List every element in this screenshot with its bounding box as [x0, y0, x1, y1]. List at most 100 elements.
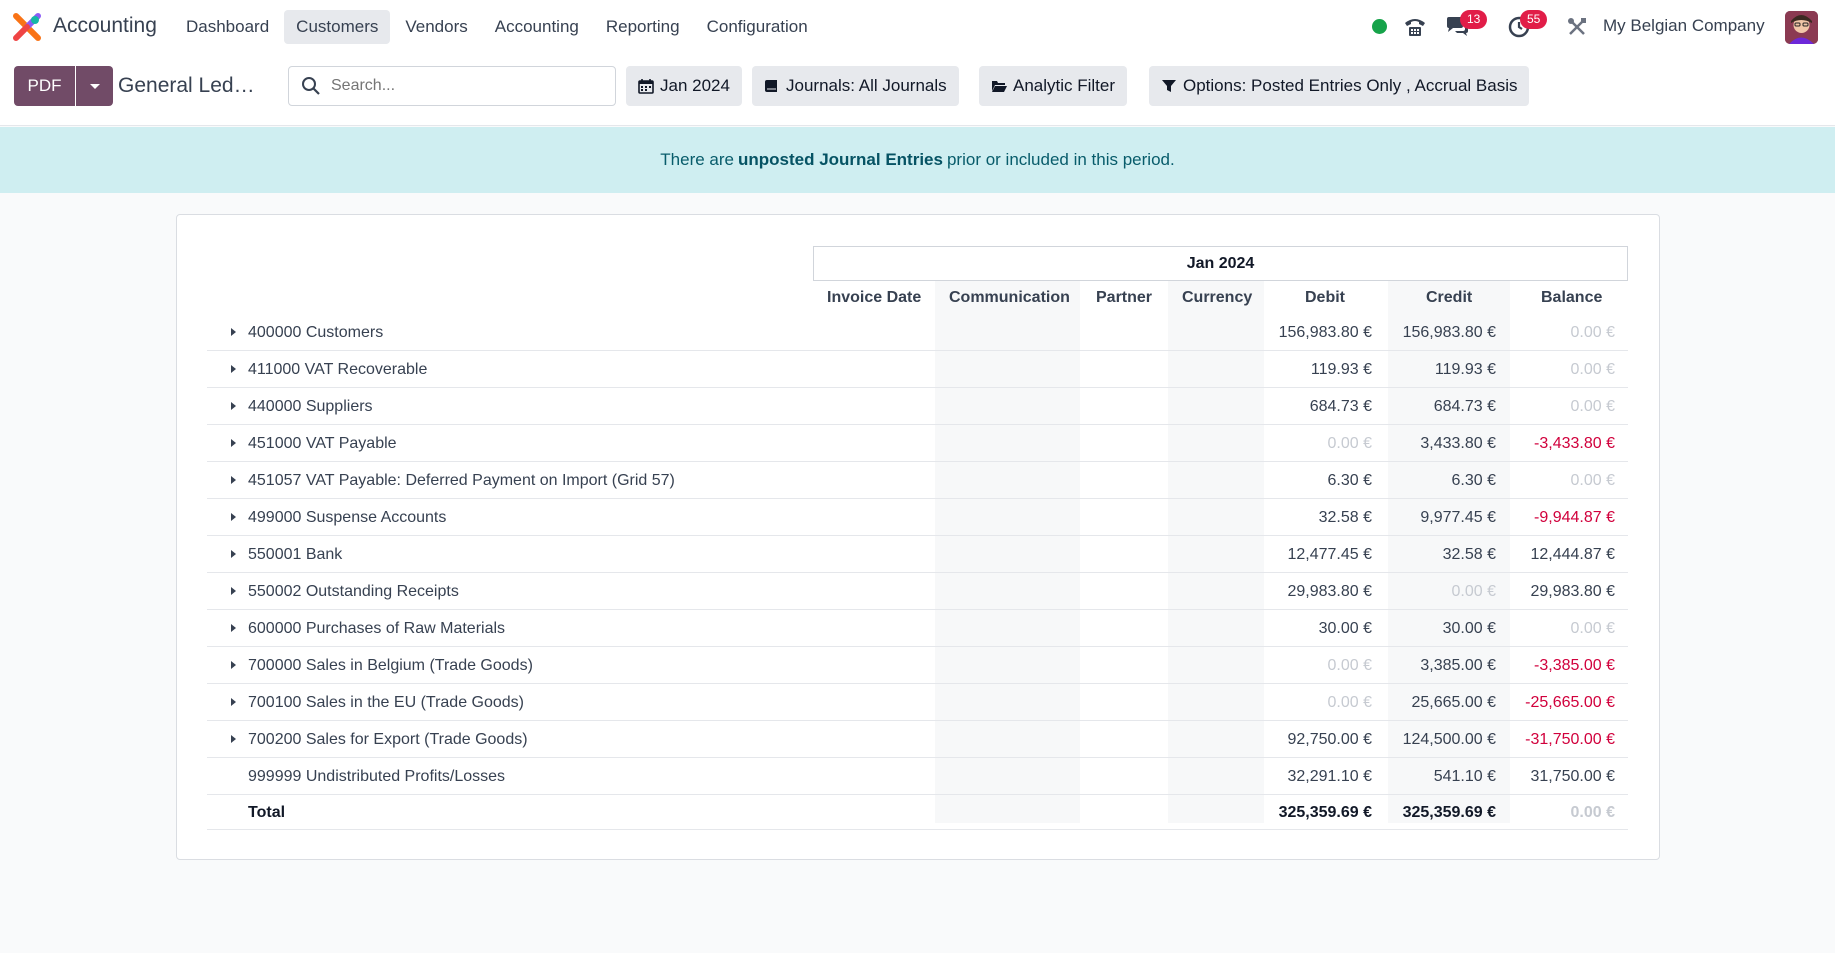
- general-ledger-report: Jan 2024 Invoice Date Communication Part…: [176, 214, 1660, 860]
- account-name[interactable]: 550002 Outstanding Receipts: [248, 583, 459, 601]
- account-row[interactable]: 700200 Sales for Export (Trade Goods) 92,…: [207, 721, 1628, 758]
- account-name[interactable]: 451057 VAT Payable: Deferred Payment on …: [248, 472, 675, 490]
- credit-value: 3,385.00 €: [1420, 657, 1496, 674]
- caret-right-icon[interactable]: [231, 735, 236, 743]
- debit-value: 0.00 €: [1327, 657, 1372, 674]
- account-row[interactable]: 550001 Bank 12,477.45 € 32.58 € 12,444.87 €: [207, 536, 1628, 573]
- company-switcher[interactable]: My Belgian Company: [1603, 16, 1765, 36]
- caret-right-icon[interactable]: [231, 402, 236, 410]
- balance-value: 0.00 €: [1570, 620, 1615, 637]
- debit-value: 684.73 €: [1309, 398, 1372, 415]
- debit-value: 92,750.00 €: [1287, 731, 1372, 748]
- menu-item-configuration[interactable]: Configuration: [695, 10, 820, 44]
- total-label: Total: [248, 804, 286, 821]
- folder-open-icon: [992, 81, 1007, 92]
- communication-header[interactable]: Communication: [949, 289, 1070, 307]
- account-row[interactable]: 499000 Suspense Accounts 32.58 € 9,977.45 …: [207, 499, 1628, 536]
- account-rows: 400000 Customers 156,983.80 € 156,983.80 €…: [207, 314, 1628, 830]
- credit-value: 541.10 €: [1433, 768, 1496, 785]
- caret-right-icon[interactable]: [231, 624, 236, 632]
- account-row[interactable]: 700100 Sales in the EU (Trade Goods) 0.00…: [207, 684, 1628, 721]
- accounting-app-icon[interactable]: [13, 13, 41, 41]
- account-name[interactable]: 400000 Customers: [248, 324, 383, 342]
- debit-value: 119.93 €: [1310, 361, 1372, 378]
- account-row[interactable]: 550002 Outstanding Receipts 29,983.80 € 0.…: [207, 573, 1628, 610]
- account-row[interactable]: 600000 Purchases of Raw Materials 30.00 €…: [207, 610, 1628, 647]
- app-name[interactable]: Accounting: [53, 14, 157, 38]
- account-name[interactable]: 700200 Sales for Export (Trade Goods): [248, 731, 528, 749]
- options-filter-button[interactable]: Options: Posted Entries Only , Accrual B…: [1149, 66, 1530, 106]
- caret-right-icon[interactable]: [231, 476, 236, 484]
- phone-icon[interactable]: [1402, 14, 1428, 40]
- account-name[interactable]: 700000 Sales in Belgium (Trade Goods): [248, 657, 533, 675]
- menu-item-dashboard[interactable]: Dashboard: [174, 10, 281, 44]
- tools-icon[interactable]: [1564, 14, 1590, 40]
- account-name[interactable]: 700100 Sales in the EU (Trade Goods): [248, 694, 524, 712]
- caret-right-icon[interactable]: [231, 513, 236, 521]
- balance-value: -3,433.80 €: [1534, 435, 1615, 452]
- balance-value: 29,983.80 €: [1530, 583, 1615, 600]
- menu-item-reporting[interactable]: Reporting: [594, 10, 692, 44]
- pdf-button[interactable]: PDF: [14, 66, 75, 106]
- caret-right-icon[interactable]: [231, 698, 236, 706]
- search-icon: [302, 77, 320, 95]
- account-name[interactable]: 600000 Purchases of Raw Materials: [248, 620, 505, 638]
- debit-header[interactable]: Debit: [1305, 289, 1345, 307]
- account-name[interactable]: 451000 VAT Payable: [248, 435, 397, 453]
- unposted-entries-alert: There are unposted Journal Entries prior…: [0, 127, 1835, 193]
- balance-header[interactable]: Balance: [1541, 289, 1602, 307]
- account-row[interactable]: 400000 Customers 156,983.80 € 156,983.80 €…: [207, 314, 1628, 351]
- debit-value: 325,359.69 €: [1278, 804, 1372, 821]
- debit-value: 32,291.10 €: [1287, 768, 1372, 785]
- account-name[interactable]: 440000 Suppliers: [248, 398, 373, 416]
- book-icon: [765, 80, 777, 92]
- caret-right-icon[interactable]: [231, 550, 236, 558]
- menu-item-vendors[interactable]: Vendors: [393, 10, 479, 44]
- journals-filter-button[interactable]: Journals: All Journals: [752, 66, 959, 106]
- currency-header[interactable]: Currency: [1182, 289, 1252, 307]
- credit-header[interactable]: Credit: [1426, 289, 1472, 307]
- credit-value: 9,977.45 €: [1420, 509, 1496, 526]
- main-menu: Dashboard Customers Vendors Accounting R…: [174, 10, 823, 44]
- caret-right-icon[interactable]: [231, 328, 236, 336]
- menu-item-customers[interactable]: Customers: [284, 10, 391, 44]
- user-avatar[interactable]: [1785, 11, 1818, 44]
- caret-right-icon[interactable]: [231, 365, 236, 373]
- balance-value: 31,750.00 €: [1530, 768, 1615, 785]
- search-input[interactable]: [331, 77, 601, 95]
- debit-value: 29,983.80 €: [1287, 583, 1372, 600]
- account-name[interactable]: 999999 Undistributed Profits/Losses: [248, 768, 505, 786]
- export-dropdown-toggle[interactable]: [76, 66, 113, 106]
- credit-value: 32.58 €: [1442, 546, 1496, 563]
- debit-value: 30.00 €: [1318, 620, 1372, 637]
- search-box[interactable]: [288, 66, 616, 106]
- control-panel: PDF General Led… Jan 2024 Journals: All …: [0, 54, 1835, 126]
- presence-status-icon[interactable]: [1372, 19, 1387, 34]
- account-row: 999999 Undistributed Profits/Losses 32,29…: [207, 758, 1628, 795]
- partner-header[interactable]: Partner: [1096, 289, 1152, 307]
- invoice-date-header[interactable]: Invoice Date: [827, 289, 921, 307]
- credit-value: 30.00 €: [1442, 620, 1496, 637]
- account-row[interactable]: 440000 Suppliers 684.73 € 684.73 € 0.00 €: [207, 388, 1628, 425]
- caret-right-icon[interactable]: [231, 439, 236, 447]
- account-name[interactable]: 499000 Suspense Accounts: [248, 509, 446, 527]
- menu-item-accounting[interactable]: Accounting: [483, 10, 591, 44]
- caret-right-icon[interactable]: [231, 661, 236, 669]
- account-name[interactable]: 411000 VAT Recoverable: [248, 361, 427, 379]
- account-row[interactable]: 411000 VAT Recoverable 119.93 € 119.93 € 0.…: [207, 351, 1628, 388]
- analytic-filter-button[interactable]: Analytic Filter: [979, 66, 1128, 106]
- credit-value: 124,500.00 €: [1402, 731, 1496, 748]
- account-row[interactable]: 451057 VAT Payable: Deferred Payment on …: [207, 462, 1628, 499]
- journals-filter-label: Journals: All Journals: [786, 76, 947, 95]
- period-filter-button[interactable]: Jan 2024: [626, 66, 742, 106]
- period-filter-label: Jan 2024: [660, 76, 730, 95]
- caret-right-icon[interactable]: [231, 587, 236, 595]
- balance-value: 0.00 €: [1570, 361, 1615, 378]
- unposted-entries-link[interactable]: unposted Journal Entries: [738, 150, 943, 170]
- alert-text-before: There are: [660, 150, 734, 169]
- filter-icon: [1162, 80, 1176, 92]
- account-row[interactable]: 700000 Sales in Belgium (Trade Goods) 0.0…: [207, 647, 1628, 684]
- account-name[interactable]: 550001 Bank: [248, 546, 342, 564]
- debit-value: 0.00 €: [1327, 435, 1372, 452]
- account-row[interactable]: 451000 VAT Payable 0.00 € 3,433.80 € -3,433…: [207, 425, 1628, 462]
